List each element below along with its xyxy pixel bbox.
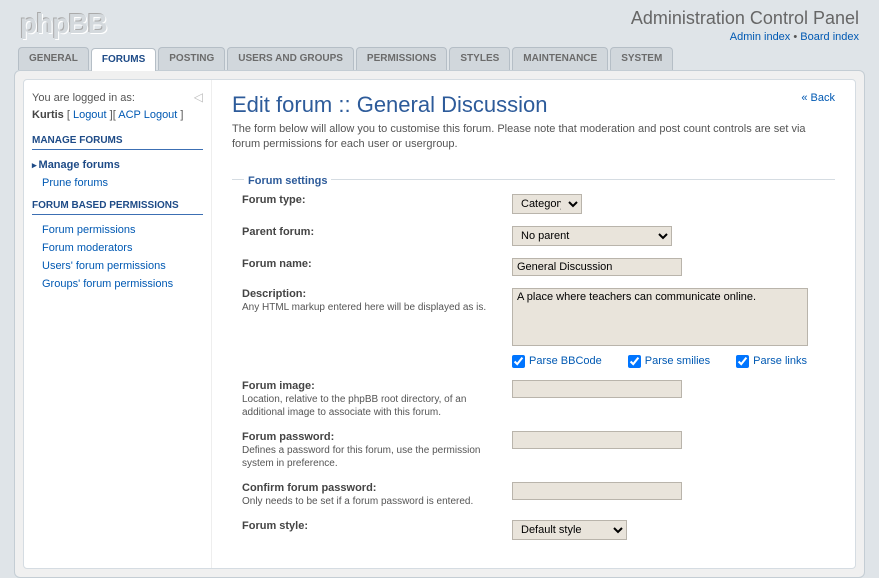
sidebar-item-forum-permissions[interactable]: Forum permissions (32, 221, 203, 239)
sidebar-item-groups-forum-permissions[interactable]: Groups' forum permissions (32, 275, 203, 293)
tab-users-and-groups[interactable]: USERS AND GROUPS (227, 47, 354, 70)
forum-name-label: Forum name: (242, 258, 312, 270)
tab-forums[interactable]: FORUMS (91, 48, 156, 71)
page-title: Edit forum :: General Discussion (232, 92, 547, 118)
forum-name-input[interactable] (512, 258, 682, 276)
sidebar-toggle-icon[interactable]: ◁ (194, 90, 203, 104)
forum-image-input[interactable] (512, 380, 682, 398)
description-hint: Any HTML markup entered here will be dis… (242, 301, 500, 314)
sidebar-item-prune-forums[interactable]: Prune forums (32, 174, 203, 192)
confirm-password-label: Confirm forum password: (242, 482, 376, 494)
tab-general[interactable]: GENERAL (18, 47, 89, 70)
description-label: Description: (242, 288, 306, 300)
parse-bbcode-checkbox[interactable]: Parse BBCode (512, 355, 602, 368)
page-intro: The form below will allow you to customi… (232, 122, 835, 153)
acp-logout-link[interactable]: ACP Logout (118, 109, 177, 121)
forum-type-select[interactable]: CategoryForumLink (512, 194, 582, 214)
confirm-password-input[interactable] (512, 482, 682, 500)
login-info: You are logged in as: Kurtis [ Logout ][… (32, 90, 203, 123)
tab-styles[interactable]: STYLES (449, 47, 510, 70)
forum-image-label: Forum image: (242, 380, 315, 392)
back-link[interactable]: « Back (801, 92, 835, 104)
username: Kurtis (32, 109, 64, 121)
admin-index-link[interactable]: Admin index (730, 31, 791, 43)
parse-links-checkbox[interactable]: Parse links (736, 355, 807, 368)
forum-password-label: Forum password: (242, 431, 334, 443)
sidebar-section-title: FORUM BASED PERMISSIONS (32, 200, 203, 215)
parent-forum-select[interactable]: No parent (512, 226, 672, 246)
separator: • (790, 31, 800, 43)
forum-style-select[interactable]: Default style (512, 520, 627, 540)
tab-system[interactable]: SYSTEM (610, 47, 673, 70)
confirm-password-hint: Only needs to be set if a forum password… (242, 495, 500, 508)
forum-style-label: Forum style: (242, 520, 308, 532)
fieldset-title: Forum settings (244, 175, 331, 187)
board-index-link[interactable]: Board index (800, 31, 859, 43)
sidebar-item-users-forum-permissions[interactable]: Users' forum permissions (32, 257, 203, 275)
acp-title: Administration Control Panel (631, 8, 859, 29)
sidebar-item-forum-moderators[interactable]: Forum moderators (32, 239, 203, 257)
parent-forum-label: Parent forum: (242, 226, 314, 238)
phpbb-logo: phpBB (20, 8, 107, 40)
tab-posting[interactable]: POSTING (158, 47, 225, 70)
logout-link[interactable]: Logout (73, 109, 107, 121)
tab-maintenance[interactable]: MAINTENANCE (512, 47, 608, 70)
forum-image-hint: Location, relative to the phpBB root dir… (242, 393, 500, 419)
forum-password-hint: Defines a password for this forum, use t… (242, 444, 500, 470)
parse-smilies-checkbox[interactable]: Parse smilies (628, 355, 710, 368)
sidebar-item-manage-forums[interactable]: ▸Manage forums (32, 156, 203, 174)
forum-type-label: Forum type: (242, 194, 306, 206)
forum-password-input[interactable] (512, 431, 682, 449)
caret-icon: ▸ (32, 160, 37, 170)
tab-permissions[interactable]: PERMISSIONS (356, 47, 447, 70)
description-textarea[interactable]: A place where teachers can communicate o… (512, 288, 808, 346)
sidebar-section-title: MANAGE FORUMS (32, 135, 203, 150)
